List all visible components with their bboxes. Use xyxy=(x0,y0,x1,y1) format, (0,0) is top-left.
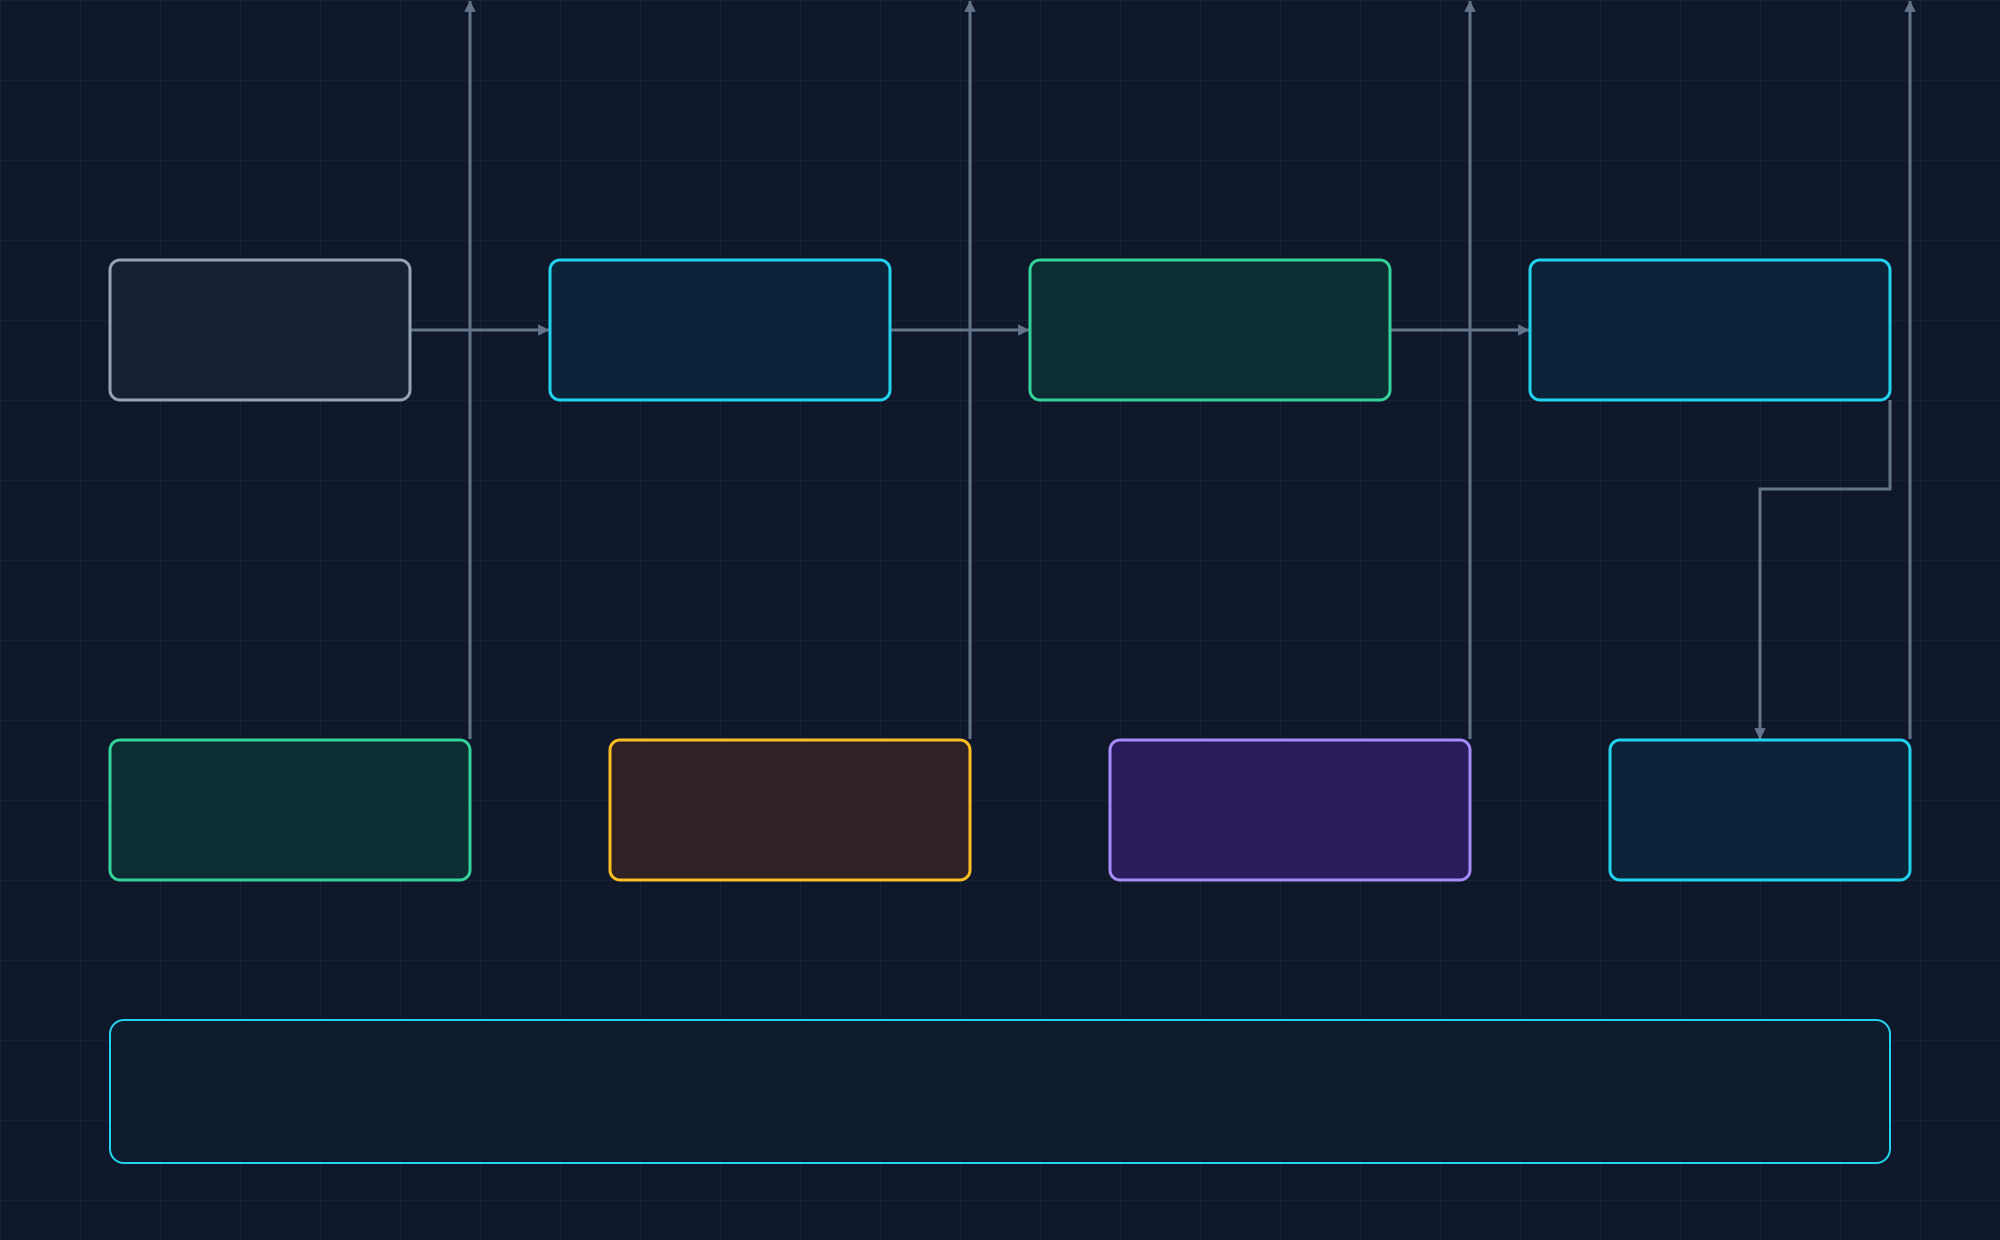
node-4[interactable] xyxy=(1528,258,1892,402)
node-6-box xyxy=(608,738,972,882)
node-3[interactable] xyxy=(1028,258,1392,402)
node-5-box xyxy=(108,738,472,882)
node-7[interactable] xyxy=(1108,738,1472,882)
node-1[interactable] xyxy=(108,258,412,402)
node-7-box xyxy=(1108,738,1472,882)
node-1-box xyxy=(108,258,412,402)
node-2[interactable] xyxy=(548,258,892,402)
flow-diagram xyxy=(108,0,1916,1164)
connector-node-4-to-node-8 xyxy=(1754,400,1892,740)
node-2-box xyxy=(548,258,892,402)
nodes xyxy=(108,258,1912,1164)
node-6[interactable] xyxy=(608,738,972,882)
node-3-box xyxy=(1028,258,1392,402)
node-8-box xyxy=(1608,738,1912,882)
node-5[interactable] xyxy=(108,738,472,882)
node-8[interactable] xyxy=(1608,738,1912,882)
node-4-box xyxy=(1528,258,1892,402)
diagram-canvas xyxy=(0,0,2000,1240)
node-9-box xyxy=(109,1019,1891,1164)
node-9[interactable] xyxy=(109,1019,1891,1164)
